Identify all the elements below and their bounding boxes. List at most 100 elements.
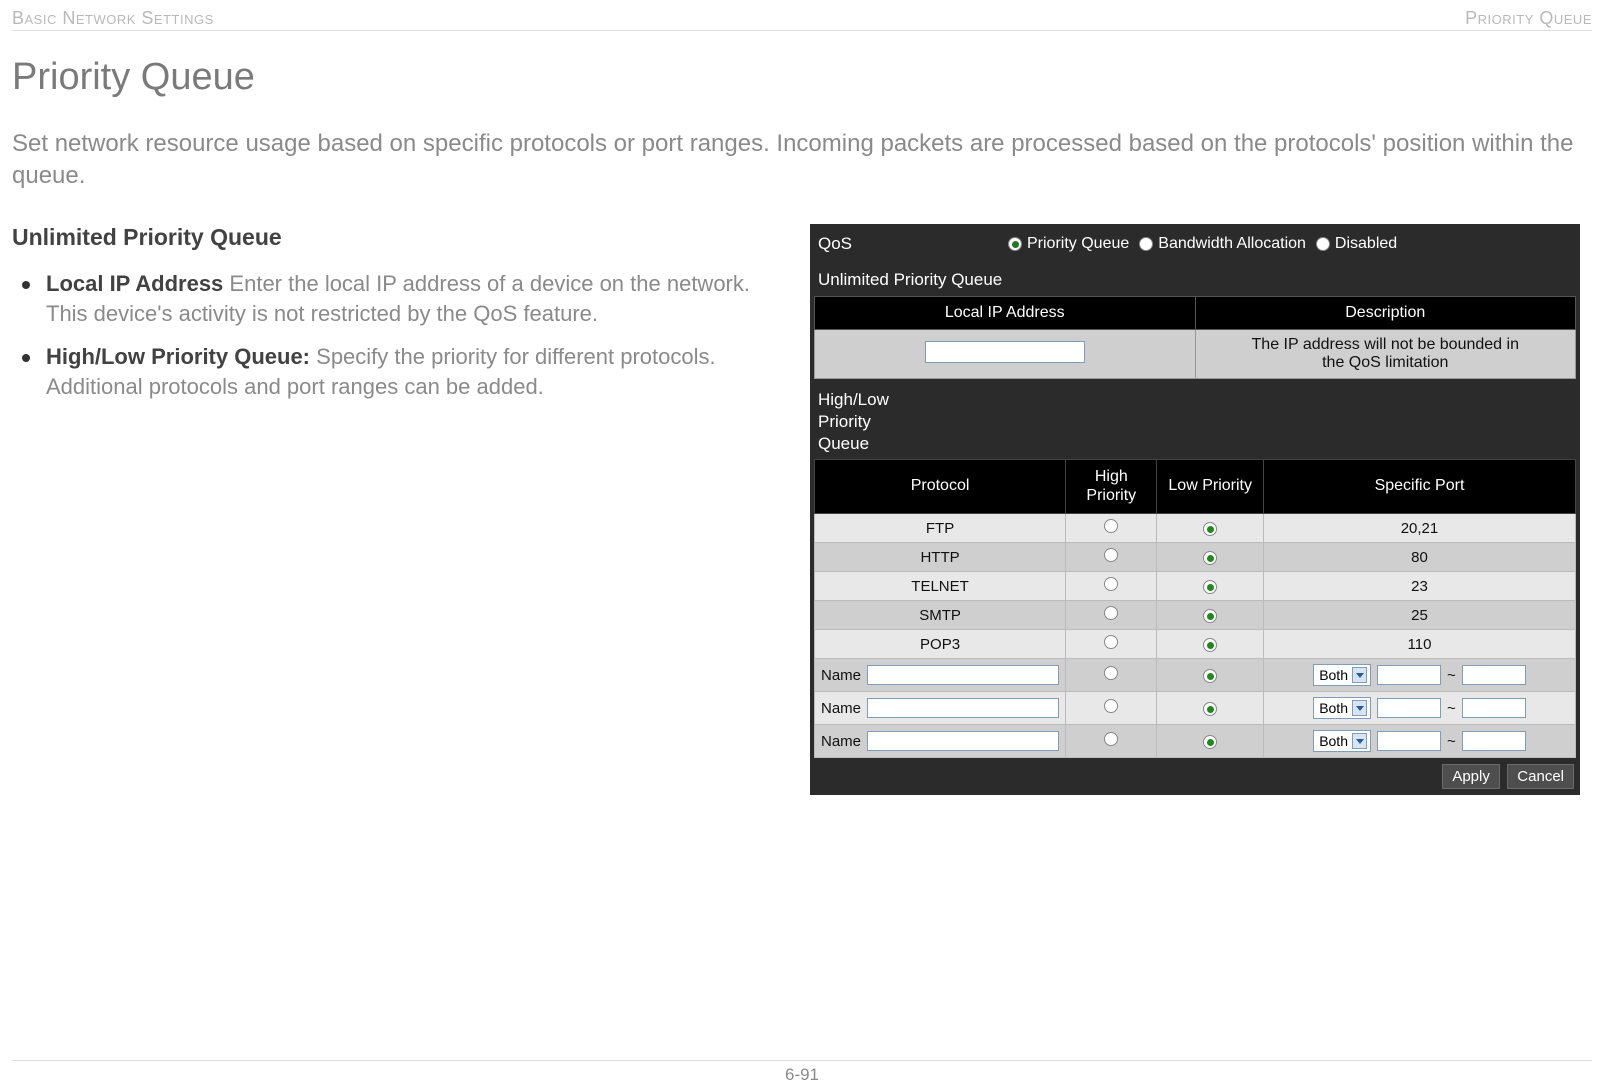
custom-name-input[interactable] [867,698,1059,718]
protocol-cell: POP3 [815,630,1066,659]
upq-table: Local IP Address Description The IP addr… [814,296,1576,379]
select-value: Both [1319,667,1348,683]
port-cell: 23 [1263,572,1575,601]
qos-radio-group: Priority Queue Bandwidth Allocation Disa… [1008,235,1397,253]
port-to-input[interactable] [1462,698,1526,718]
tilde-separator: ~ [1447,733,1456,750]
name-label: Name [821,733,861,750]
upq-header-desc: Description [1195,297,1576,330]
table-row: SMTP 25 [815,601,1576,630]
upq-desc-cell: The IP address will not be bounded in th… [1195,330,1576,379]
name-label: Name [821,700,861,717]
intro-paragraph: Set network resource usage based on spec… [12,128,1592,193]
radio-label: Bandwidth Allocation [1158,235,1306,253]
divider-top [12,30,1592,31]
radio-icon [1008,237,1022,251]
radio-low-custom-3[interactable] [1203,735,1217,749]
hl-label-line: Queue [818,433,920,455]
list-item: Local IP Address Enter the local IP addr… [46,269,782,328]
port-cell: 25 [1263,601,1575,630]
list-item-strong: High/Low Priority Queue: [46,344,310,369]
local-ip-input[interactable] [925,341,1085,363]
port-type-select[interactable]: Both [1313,697,1371,719]
port-to-input[interactable] [1462,731,1526,751]
table-row-custom: Name Both ~ [815,659,1576,692]
name-label: Name [821,667,861,684]
subsection-heading: Unlimited Priority Queue [12,224,782,251]
radio-high-telnet[interactable] [1104,577,1118,591]
table-row-custom: Name Both ~ [815,725,1576,758]
port-cell: 20,21 [1263,514,1575,543]
page-title: Priority Queue [12,56,255,99]
radio-low-telnet[interactable] [1203,580,1217,594]
chevron-down-icon [1352,733,1367,749]
qos-label: QoS [818,234,1008,254]
radio-icon [1316,237,1330,251]
radio-low-pop3[interactable] [1203,638,1217,652]
radio-high-http[interactable] [1104,548,1118,562]
qos-option-disabled[interactable]: Disabled [1316,235,1397,253]
radio-high-custom-2[interactable] [1104,699,1118,713]
pq-header-protocol: Protocol [815,460,1066,514]
port-from-input[interactable] [1377,665,1441,685]
port-to-input[interactable] [1462,665,1526,685]
page-header-left: Basic Network Settings [12,8,214,29]
custom-name-input[interactable] [867,665,1059,685]
apply-button[interactable]: Apply [1442,764,1500,789]
list-item: High/Low Priority Queue: Specify the pri… [46,342,782,401]
cancel-button[interactable]: Cancel [1507,764,1574,789]
radio-label: Disabled [1335,235,1397,253]
upq-ip-cell [815,330,1196,379]
protocol-cell: HTTP [815,543,1066,572]
port-cell: 110 [1263,630,1575,659]
table-row: FTP 20,21 [815,514,1576,543]
select-value: Both [1319,700,1348,716]
radio-low-ftp[interactable] [1203,522,1217,536]
pq-header-low: Low Priority [1157,460,1264,514]
page-header-right: Priority Queue [1465,8,1592,29]
radio-low-custom-1[interactable] [1203,669,1217,683]
radio-low-smtp[interactable] [1203,609,1217,623]
table-row: TELNET 23 [815,572,1576,601]
radio-high-custom-1[interactable] [1104,666,1118,680]
radio-high-ftp[interactable] [1104,519,1118,533]
chevron-down-icon [1352,667,1367,683]
settings-panel: QoS Priority Queue Bandwidth Allocation … [810,224,1580,795]
port-from-input[interactable] [1377,698,1441,718]
upq-desc-line2: the QoS limitation [1202,354,1570,372]
upq-header-ip: Local IP Address [815,297,1196,330]
radio-high-smtp[interactable] [1104,606,1118,620]
tilde-separator: ~ [1447,700,1456,717]
select-value: Both [1319,733,1348,749]
radio-low-custom-2[interactable] [1203,702,1217,716]
left-column: Unlimited Priority Queue Local IP Addres… [12,224,782,795]
port-type-select[interactable]: Both [1313,664,1371,686]
table-row: HTTP 80 [815,543,1576,572]
tilde-separator: ~ [1447,667,1456,684]
port-from-input[interactable] [1377,731,1441,751]
radio-high-custom-3[interactable] [1104,732,1118,746]
page-number: 6-91 [0,1065,1604,1085]
port-type-select[interactable]: Both [1313,730,1371,752]
priority-queue-table: Protocol High Priority Low Priority Spec… [814,459,1576,758]
table-row: POP3 110 [815,630,1576,659]
section-label-upq: Unlimited Priority Queue [814,262,1576,296]
hl-label-line: High/Low [818,389,920,411]
protocol-cell: FTP [815,514,1066,543]
protocol-cell: TELNET [815,572,1066,601]
pq-header-port: Specific Port [1263,460,1575,514]
section-label-hl: High/Low Priority Queue [814,379,924,459]
qos-option-bandwidth-allocation[interactable]: Bandwidth Allocation [1139,235,1306,253]
radio-low-http[interactable] [1203,551,1217,565]
qos-option-priority-queue[interactable]: Priority Queue [1008,235,1129,253]
upq-desc-line1: The IP address will not be bounded in [1202,336,1570,354]
protocol-cell: SMTP [815,601,1066,630]
radio-label: Priority Queue [1027,235,1129,253]
pq-header-high: High Priority [1066,460,1157,514]
list-item-strong: Local IP Address [46,271,223,296]
chevron-down-icon [1352,700,1367,716]
table-row-custom: Name Both ~ [815,692,1576,725]
radio-high-pop3[interactable] [1104,635,1118,649]
custom-name-input[interactable] [867,731,1059,751]
radio-icon [1139,237,1153,251]
